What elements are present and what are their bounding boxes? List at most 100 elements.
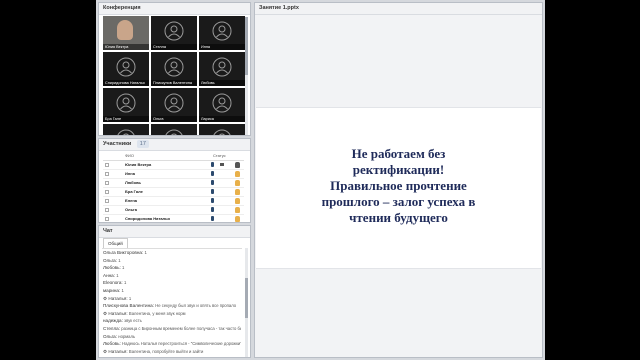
- tab-general[interactable]: Общий: [103, 238, 128, 248]
- video-tile[interactable]: [199, 124, 245, 135]
- user-role-icon: [235, 180, 240, 186]
- participants-panel: Участники 17 ФИО Статус Юлия Вектра Инна Л…: [98, 138, 251, 223]
- participants-title-label: Участники: [103, 141, 132, 147]
- video-tile-name: Бра Гале: [103, 116, 149, 122]
- chat-message: ⚙ Наталья: Валентина, у меня звук норм: [103, 311, 241, 317]
- video-tile[interactable]: Плискунов Валентина: [151, 52, 197, 86]
- chat-message: Стелла: разница с Биронным временем боле…: [103, 326, 241, 332]
- slide-line: ректификации!: [352, 162, 445, 177]
- chat-author: Стелла:: [103, 326, 120, 331]
- participant-checkbox[interactable]: [105, 181, 109, 185]
- microphone-icon[interactable]: [211, 216, 214, 221]
- user-avatar-icon: [212, 57, 232, 77]
- conference-scrollbar[interactable]: [245, 17, 248, 135]
- chat-message: Ольга Викторовна: 1: [103, 250, 241, 256]
- video-tile[interactable]: [103, 124, 149, 135]
- video-tile[interactable]: Юлия Вектра: [103, 16, 149, 50]
- participant-checkbox[interactable]: [105, 190, 109, 194]
- video-tile-name: Стелла: [151, 44, 197, 50]
- video-tile[interactable]: Ольга: [151, 88, 197, 122]
- microphone-icon[interactable]: [211, 162, 214, 167]
- chat-message: ⚙ Наталья: Валентина, попробуйте выйти и…: [103, 349, 241, 355]
- chat-text: Надеюсь Наталья перестроиться - "Символи…: [122, 341, 241, 347]
- chat-text: 1: [118, 257, 121, 263]
- microphone-icon[interactable]: [211, 171, 214, 176]
- col-status[interactable]: Статус: [213, 153, 226, 158]
- chat-message: Анна: 1: [103, 273, 241, 279]
- participants-count-badge: 17: [136, 140, 149, 148]
- participant-checkbox[interactable]: [105, 208, 109, 212]
- video-tile-name: Спиридонова Наталья: [103, 80, 149, 86]
- user-avatar-icon: [165, 129, 183, 135]
- chat-message: ⚙ Наталья: 1: [103, 296, 241, 302]
- video-tile[interactable]: Любовь: [199, 52, 245, 86]
- participant-name: Юлия Вектра: [125, 162, 152, 167]
- conference-scroll-thumb[interactable]: [245, 17, 248, 75]
- chat-message: Любовь: Надеюсь Наталья перестроиться - …: [103, 341, 241, 347]
- video-tile-name: Любовь: [199, 80, 245, 86]
- user-avatar-icon: [164, 21, 184, 41]
- microphone-icon[interactable]: [211, 198, 214, 203]
- participant-row[interactable]: Елена: [103, 197, 244, 206]
- participant-row[interactable]: Инна: [103, 170, 244, 179]
- chat-author: марина:: [103, 288, 121, 293]
- video-tile-name: Плискунов Валентина: [151, 80, 197, 86]
- participant-checkbox[interactable]: [105, 199, 109, 203]
- video-tile[interactable]: Бра Гале: [103, 88, 149, 122]
- chat-author: ⚙ Наталья:: [103, 295, 128, 301]
- user-avatar-icon: [212, 21, 232, 41]
- microphone-icon[interactable]: [211, 189, 214, 194]
- participant-name: Бра Гале: [125, 189, 143, 194]
- chat-message: Любовь: 1: [103, 265, 241, 271]
- user-avatar-icon: [212, 93, 232, 113]
- conference-title: Конференция: [99, 3, 250, 15]
- video-tile[interactable]: [151, 124, 197, 135]
- video-tile-name: Инна: [199, 44, 245, 50]
- participant-name: Инна: [125, 171, 135, 176]
- participant-row[interactable]: Юлия Вектра: [103, 161, 244, 170]
- video-tile[interactable]: Стелла: [151, 16, 197, 50]
- chat-scroll-thumb[interactable]: [245, 278, 248, 318]
- chat-message: Eleonora: 1: [103, 280, 241, 286]
- chat-text: 1: [128, 295, 132, 301]
- participant-row[interactable]: Ольга: [103, 206, 244, 215]
- user-role-icon: [235, 207, 240, 213]
- participant-checkbox[interactable]: [105, 217, 109, 221]
- slide-line: Не работаем без: [351, 146, 446, 161]
- chat-author: ⚙ Наталья:: [103, 348, 128, 354]
- chat-author: Eleonora:: [103, 280, 123, 286]
- chat-author: надежда:: [103, 318, 123, 324]
- user-avatar-icon: [116, 57, 136, 77]
- chat-author: Любовь:: [103, 341, 121, 347]
- participants-title: Участники 17: [99, 139, 250, 151]
- participant-row[interactable]: Любовь: [103, 179, 244, 188]
- video-tile[interactable]: Инна: [199, 16, 245, 50]
- chat-message: Плискунова Валентина: Не секунду был зву…: [103, 303, 241, 309]
- chat-text: 1: [116, 272, 119, 278]
- microphone-icon[interactable]: [211, 207, 214, 212]
- chat-text: 1: [144, 250, 147, 255]
- participant-row[interactable]: Спиридонова Наталья: [103, 215, 244, 222]
- camera-icon[interactable]: [220, 163, 224, 166]
- participant-row[interactable]: Бра Гале: [103, 188, 244, 197]
- user-role-icon: [235, 216, 240, 222]
- video-tile[interactable]: Спиридонова Наталья: [103, 52, 149, 86]
- video-tile-name: Юлия Вектра: [103, 44, 149, 50]
- participant-name: Ольга: [125, 207, 137, 212]
- participants-header: ФИО Статус: [103, 152, 244, 161]
- slide-line: прошлого – залог успеха в: [321, 194, 476, 209]
- slide-line: чтении будущего: [349, 210, 448, 225]
- user-role-icon: [235, 198, 240, 204]
- video-tile[interactable]: Лариса: [199, 88, 245, 122]
- chat-scrollbar[interactable]: [245, 248, 248, 357]
- microphone-icon[interactable]: [211, 180, 214, 185]
- webinar-app: Конференция Юлия Вектра Стелла Инна Спиридо…: [96, 0, 545, 360]
- slide-line: Правильное прочтение: [330, 178, 467, 193]
- chat-text: 1: [121, 288, 124, 293]
- chat-author: Ольга Викторовна:: [103, 250, 144, 255]
- col-fio[interactable]: ФИО: [125, 153, 134, 158]
- participant-checkbox[interactable]: [105, 163, 109, 167]
- chat-text: 1: [123, 280, 127, 286]
- chat-author: Плискунова Валентина:: [103, 303, 154, 309]
- participant-checkbox[interactable]: [105, 172, 109, 176]
